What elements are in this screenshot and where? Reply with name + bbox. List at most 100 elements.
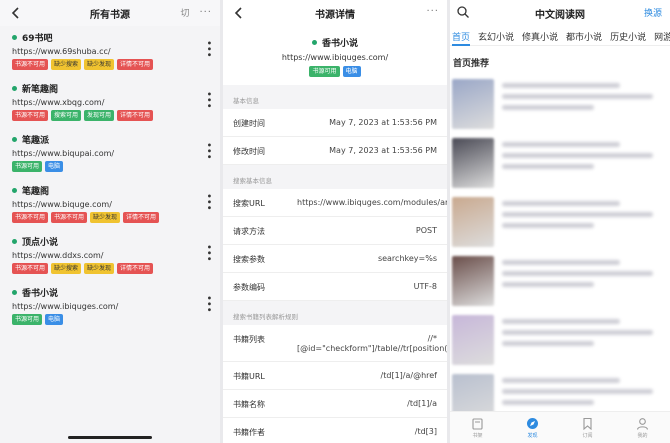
source-name: 笔趣派 (22, 136, 50, 146)
status-tag: 书源可用 (12, 314, 43, 325)
detail-key: 搜索URL (233, 199, 265, 208)
detail-row: 参数编码 UTF-8 (223, 273, 447, 301)
detail-key: 书籍作者 (233, 428, 265, 437)
book-item[interactable] (450, 252, 670, 311)
more-vertical-icon[interactable]: ••• (203, 142, 214, 160)
detail-row: 请求方法 POST (223, 217, 447, 245)
book-list (450, 75, 670, 429)
source-detail-screen: 书源详情 ··· 香书小说 https://www.ibiquges.com/ … (223, 0, 447, 443)
book-item[interactable] (450, 311, 670, 370)
tab-compass[interactable]: 发现 (526, 417, 539, 439)
status-tag: 电脑 (342, 66, 361, 77)
detail-key: 书籍名称 (233, 400, 265, 409)
more-vertical-icon[interactable]: ••• (203, 244, 214, 262)
status-tags: 书源不可用 缺少搜索 缺少发现 详情不可用 (12, 263, 210, 274)
detail-value: UTF-8 (413, 282, 437, 291)
status-tags: 书源可用 电脑 (12, 161, 210, 172)
detail-row: 搜索参数 searchkey=%s (223, 245, 447, 273)
source-item[interactable]: 顶点小说 https://www.ddxs.com/书源不可用 缺少搜索 缺少发现 详情… (0, 230, 220, 281)
book-text-blurred (502, 315, 670, 362)
status-dot (12, 239, 17, 244)
nav-bar: 书源详情 ··· (223, 0, 447, 26)
source-name: 顶点小说 (22, 238, 59, 248)
status-tags: 书源可用 电脑 (12, 314, 210, 325)
source-item[interactable]: 香书小说 https://www.ibiquges.com/书源可用 电脑 ••• (0, 281, 220, 332)
source-item[interactable]: 笔趣阁 https://www.biquge.com/书源不可用 书源不可用 缺少发现… (0, 179, 220, 230)
back-icon[interactable] (231, 5, 247, 21)
search-icon[interactable] (456, 5, 470, 19)
source-name-row: 笔趣派 (12, 133, 210, 146)
source-name-row: 香书小说 (12, 286, 210, 299)
status-tags: 书源可用 电脑 (223, 66, 447, 77)
detail-value: May 7, 2023 at 1:53:56 PM (329, 146, 437, 155)
more-vertical-icon[interactable]: ••• (203, 295, 214, 313)
tab-book[interactable]: 书架 (471, 417, 484, 439)
detail-key: 搜索参数 (233, 255, 265, 264)
detail-row: 书籍URL/td[1]/a/@href (223, 362, 447, 390)
status-tag: 电脑 (45, 161, 64, 172)
status-tag: 书源不可用 (12, 263, 49, 274)
tab-bookmark[interactable]: 订阅 (581, 417, 594, 439)
detail-value: /td[3] (414, 427, 437, 436)
status-dot (12, 290, 17, 295)
status-tags: 书源不可用 搜索可用 发现可用 详情不可用 (12, 110, 210, 121)
detail-value: https://www.ibiquges.com/modules/article… (297, 198, 447, 207)
detail-key: 书籍URL (233, 372, 265, 381)
tab-user[interactable]: 我的 (636, 417, 649, 439)
source-name: 笔趣阁 (22, 187, 50, 197)
more-icon[interactable]: ··· (199, 7, 212, 18)
home-indicator (68, 436, 152, 439)
book-cover (452, 138, 494, 188)
more-vertical-icon[interactable]: ••• (203, 40, 214, 58)
back-icon[interactable] (8, 5, 24, 21)
section-label: 搜索基本信息 (233, 177, 272, 185)
book-item[interactable] (450, 75, 670, 134)
source-item[interactable]: 69书吧 https://www.69shuba.cc/书源不可用 缺少搜索 缺少发现… (0, 26, 220, 77)
more-icon[interactable]: ··· (426, 6, 439, 17)
detail-key: 请求方法 (233, 227, 265, 236)
detail-row: 搜索URL https://www.ibiquges.com/modules/ar… (223, 189, 447, 217)
source-item[interactable]: 新笔趣阁 https://www.xbqg.com/书源不可用 搜索可用 发现可用 详情… (0, 77, 220, 128)
book-cover (452, 197, 494, 247)
tab-category[interactable]: 历史小说 (610, 30, 646, 45)
switch-source-button[interactable]: 换源 (644, 6, 662, 19)
section-label: 基本信息 (233, 97, 259, 105)
book-item[interactable] (450, 134, 670, 193)
book-text-blurred (502, 79, 670, 126)
status-tag: 书源不可用 (51, 212, 88, 223)
status-tags: 书源不可用 书源不可用 缺少发现 详情不可用 (12, 212, 210, 223)
status-tag: 搜索可用 (51, 110, 82, 121)
more-vertical-icon[interactable]: ••• (203, 91, 214, 109)
more-vertical-icon[interactable]: ••• (203, 193, 214, 211)
source-item[interactable]: 笔趣派 https://www.biqupai.com/书源可用 电脑 ••• (0, 128, 220, 179)
category-tabs: 首页 玄幻小说 修真小说 都市小说 历史小说 网游 (450, 26, 670, 46)
book-item[interactable] (450, 193, 670, 252)
tab-category[interactable]: 修真小说 (522, 30, 558, 45)
detail-key: 创建时间 (233, 119, 265, 128)
status-tag: 缺少搜索 (51, 59, 82, 70)
tab-category[interactable]: 首页 (452, 30, 471, 46)
source-list-screen: 所有书源 切 ··· 69书吧 https://www.69shuba.cc/书源… (0, 0, 220, 443)
source-url: https://www.ddxs.com/ (12, 251, 104, 260)
detail-key: 参数编码 (233, 283, 265, 292)
status-tag: 详情不可用 (117, 110, 154, 121)
tab-category[interactable]: 玄幻小说 (478, 30, 514, 45)
status-dot (12, 137, 17, 142)
status-tag: 缺少发现 (90, 212, 121, 223)
status-dot (12, 35, 17, 40)
tab-category[interactable]: 都市小说 (566, 30, 602, 45)
tab-label: 我的 (637, 432, 648, 439)
source-url: https://www.ibiquges.com/ (12, 302, 119, 311)
detail-value: //*[@id="checkform"]/table//tr[position(… (297, 334, 447, 353)
toggle-button[interactable]: 切 (180, 6, 189, 19)
book-cover (452, 315, 494, 365)
detail-sections: 基本信息 创建时间 May 7, 2023 at 1:53:56 PM 修改时间 May… (223, 85, 447, 443)
page-title: 所有书源 (90, 9, 130, 21)
status-tag: 书源可用 (12, 161, 43, 172)
tab-category[interactable]: 网游 (654, 30, 670, 45)
book-site-screen: 中文阅读网 换源 首页 玄幻小说 修真小说 都市小说 历史小说 网游 首页推荐 书架 发现 订… (450, 0, 670, 443)
source-url: https://www.biqupai.com/ (12, 149, 115, 158)
source-name: 香书小说 (22, 289, 59, 299)
book-cover (452, 256, 494, 306)
status-dot (12, 86, 17, 91)
